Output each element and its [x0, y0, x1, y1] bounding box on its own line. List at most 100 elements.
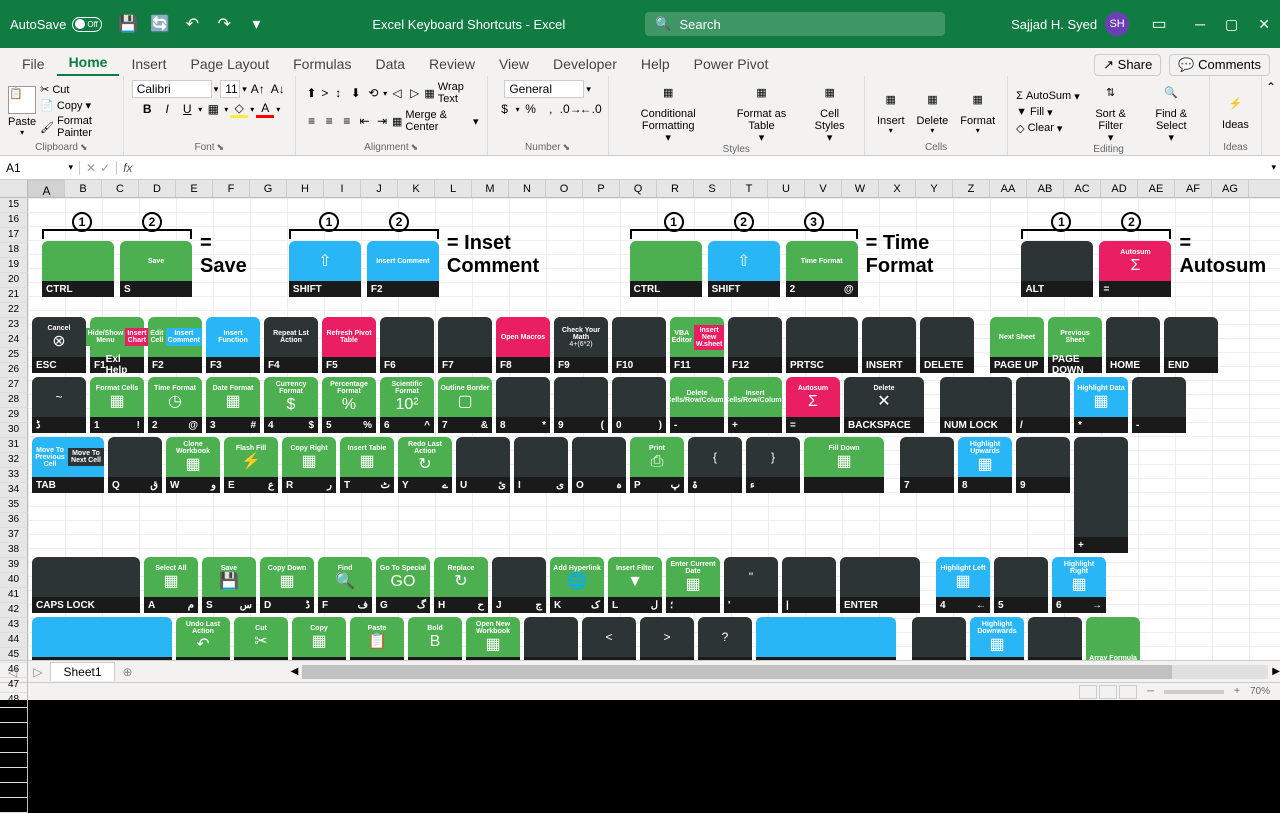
number-format-select[interactable]: General: [504, 80, 584, 98]
row-header[interactable]: 25: [0, 348, 28, 363]
comma-icon[interactable]: ,: [542, 100, 560, 118]
sort-filter-button[interactable]: ⇅Sort & Filter ▾: [1084, 80, 1138, 144]
col-header[interactable]: X: [879, 180, 916, 197]
cancel-formula-icon[interactable]: ✕: [86, 161, 96, 175]
row-header[interactable]: 27: [0, 378, 28, 393]
indent-in-icon[interactable]: ▷: [407, 84, 423, 102]
col-header[interactable]: AA: [990, 180, 1027, 197]
zoom-slider[interactable]: [1164, 690, 1224, 694]
col-header[interactable]: N: [509, 180, 546, 197]
col-header[interactable]: C: [102, 180, 139, 197]
tab-insert[interactable]: Insert: [119, 52, 178, 76]
row-header[interactable]: 28: [0, 393, 28, 408]
row-header[interactable]: 15: [0, 198, 28, 213]
row-header[interactable]: 19: [0, 258, 28, 273]
scroll-left-icon[interactable]: ◀: [291, 666, 299, 677]
autosave-toggle[interactable]: Off: [72, 17, 102, 32]
tab-data[interactable]: Data: [363, 52, 417, 76]
maximize-button[interactable]: ▢: [1225, 16, 1238, 33]
col-header[interactable]: O: [546, 180, 583, 197]
col-header[interactable]: S: [694, 180, 731, 197]
col-header[interactable]: L: [435, 180, 472, 197]
row-header[interactable]: 50: [0, 723, 28, 738]
format-cells-button[interactable]: ▦Format▾: [956, 87, 999, 136]
shrink-font-icon[interactable]: A↓: [269, 80, 287, 98]
grow-font-icon[interactable]: A↑: [249, 80, 267, 98]
row-header[interactable]: 43: [0, 618, 28, 633]
save-icon[interactable]: 💾: [118, 14, 138, 34]
select-all-corner[interactable]: [0, 180, 28, 197]
collapse-ribbon-icon[interactable]: ⌃: [1266, 80, 1276, 94]
autosave-icon[interactable]: 🔄: [150, 14, 170, 34]
row-header[interactable]: 53: [0, 768, 28, 783]
copy-button[interactable]: 📄 Copy ▾: [40, 98, 115, 113]
align-bottom-icon[interactable]: ⬇: [348, 84, 364, 102]
merge-center-button[interactable]: ▦ Merge & Center ▾: [392, 108, 479, 134]
col-header[interactable]: Z: [953, 180, 990, 197]
fx-label[interactable]: fx: [117, 161, 138, 175]
row-header[interactable]: 24: [0, 333, 28, 348]
font-color-icon[interactable]: A: [256, 100, 274, 118]
expand-formulabar-icon[interactable]: ▾: [1267, 162, 1280, 173]
col-header[interactable]: H: [287, 180, 324, 197]
row-header[interactable]: 48: [0, 693, 28, 708]
col-header[interactable]: AD: [1101, 180, 1138, 197]
format-painter-button[interactable]: 🖌 Format Painter: [40, 114, 115, 140]
row-header[interactable]: 44: [0, 633, 28, 648]
paste-button[interactable]: 📋Paste▾: [8, 86, 36, 137]
row-header[interactable]: 35: [0, 498, 28, 513]
inc-decimal-icon[interactable]: .0→: [562, 100, 580, 118]
fill-color-icon[interactable]: ◇: [230, 100, 248, 118]
col-header[interactable]: AE: [1138, 180, 1175, 197]
autosum-button[interactable]: Σ AutoSum ▾: [1016, 89, 1080, 104]
row-header[interactable]: 23: [0, 318, 28, 333]
row-header[interactable]: 45: [0, 648, 28, 663]
row-header[interactable]: 17: [0, 228, 28, 243]
insert-cells-button[interactable]: ▦Insert▾: [873, 87, 909, 136]
align-left-icon[interactable]: ≡: [304, 112, 320, 130]
row-header[interactable]: 33: [0, 468, 28, 483]
tab-review[interactable]: Review: [417, 52, 487, 76]
row-header[interactable]: 41: [0, 588, 28, 603]
clear-button[interactable]: ◇ Clear ▾: [1016, 121, 1080, 136]
undo-icon[interactable]: ↶: [182, 14, 202, 34]
row-header[interactable]: 36: [0, 513, 28, 528]
col-header[interactable]: D: [139, 180, 176, 197]
row-header[interactable]: 22: [0, 303, 28, 318]
find-select-button[interactable]: 🔍Find & Select ▾: [1141, 80, 1201, 144]
row-header[interactable]: 18: [0, 243, 28, 258]
col-header[interactable]: K: [398, 180, 435, 197]
bold-button[interactable]: B: [138, 100, 156, 118]
col-header[interactable]: AF: [1175, 180, 1212, 197]
close-button[interactable]: ✕: [1258, 16, 1270, 33]
col-header[interactable]: J: [361, 180, 398, 197]
tab-page-layout[interactable]: Page Layout: [178, 52, 281, 76]
col-header[interactable]: P: [583, 180, 620, 197]
borders-icon[interactable]: ▦: [204, 100, 222, 118]
minimize-button[interactable]: ─: [1195, 16, 1205, 33]
ideas-button[interactable]: ⚡Ideas: [1218, 91, 1253, 131]
col-header[interactable]: Y: [916, 180, 953, 197]
conditional-formatting-button[interactable]: ▦Conditional Formatting ▾: [617, 80, 720, 144]
scroll-right-icon[interactable]: ▶: [1272, 666, 1280, 677]
tab-view[interactable]: View: [487, 52, 541, 76]
col-header[interactable]: A: [28, 180, 65, 197]
add-sheet-button[interactable]: ⊕: [115, 665, 141, 679]
enter-formula-icon[interactable]: ✓: [100, 161, 110, 175]
col-header[interactable]: AB: [1027, 180, 1064, 197]
row-header[interactable]: 38: [0, 543, 28, 558]
underline-button[interactable]: U: [178, 100, 196, 118]
row-header[interactable]: 39: [0, 558, 28, 573]
row-header[interactable]: 42: [0, 603, 28, 618]
row-header[interactable]: 34: [0, 483, 28, 498]
tab-help[interactable]: Help: [629, 52, 682, 76]
row-header[interactable]: 30: [0, 423, 28, 438]
username[interactable]: Sajjad H. Syed: [1011, 17, 1097, 32]
tab-file[interactable]: File: [10, 52, 57, 76]
col-header[interactable]: W: [842, 180, 879, 197]
zoom-level[interactable]: 70%: [1250, 686, 1270, 697]
row-header[interactable]: 49: [0, 708, 28, 723]
page-layout-view-icon[interactable]: [1099, 685, 1117, 699]
comments-button[interactable]: 💬 Comments: [1169, 54, 1270, 76]
format-as-table-button[interactable]: ▦Format as Table ▾: [724, 80, 800, 144]
